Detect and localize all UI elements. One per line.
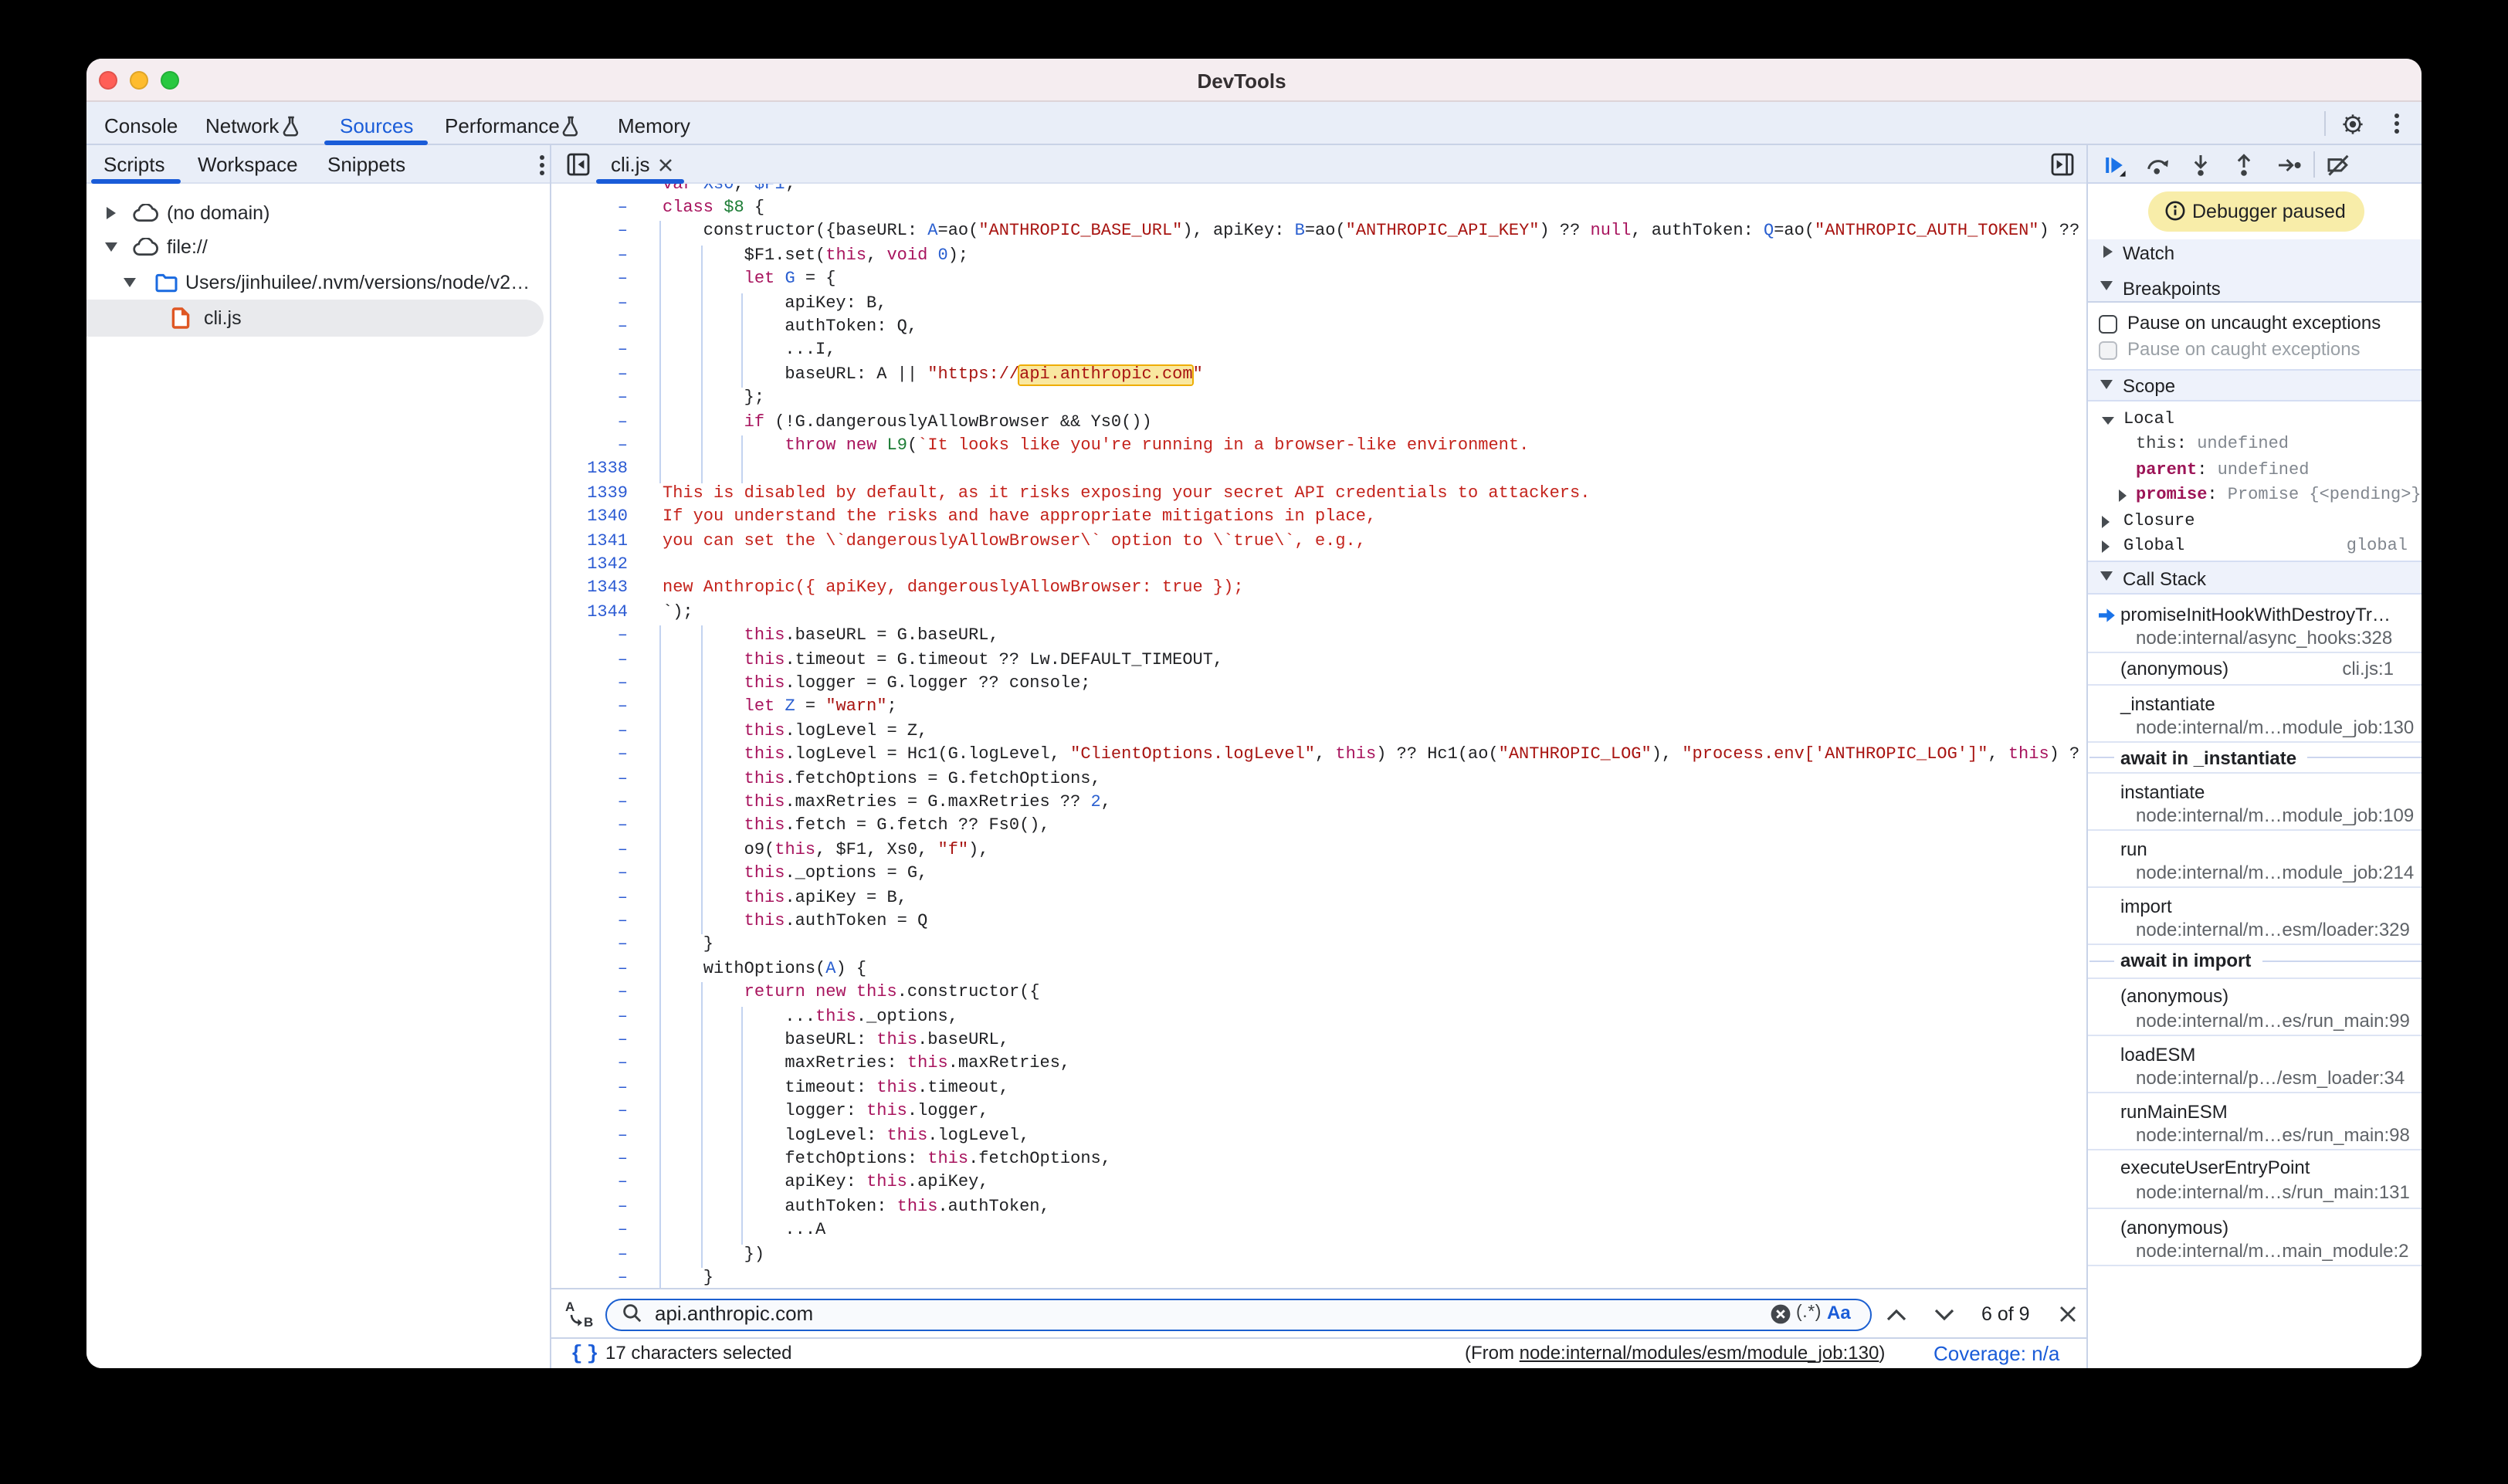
svg-text:B: B <box>584 1314 593 1329</box>
svg-text:A: A <box>565 1299 574 1313</box>
